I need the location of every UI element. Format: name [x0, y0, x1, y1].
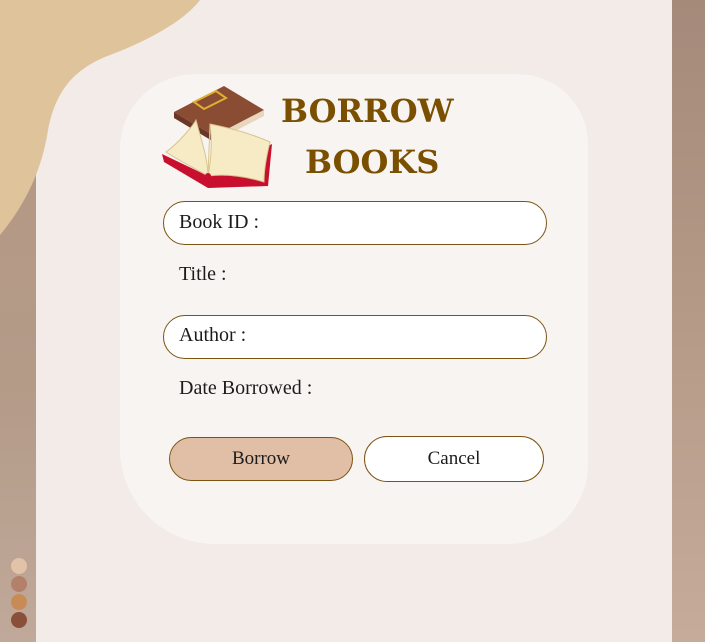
- book-id-label: Book ID :: [179, 211, 259, 233]
- books-icon: [162, 86, 272, 188]
- borrow-button[interactable]: Borrow: [169, 437, 353, 481]
- author-label: Author :: [179, 324, 247, 346]
- date-borrowed-label: Date Borrowed :: [179, 377, 313, 399]
- page-title-line-2: BOOKS: [305, 143, 440, 181]
- borrow-books-screen: BORROW BOOKS Book ID : Title : Author : …: [0, 0, 705, 642]
- title-label: Title :: [179, 263, 227, 285]
- palette-swatch: [11, 576, 27, 592]
- palette-swatch: [11, 612, 27, 628]
- palette-swatch: [11, 558, 27, 574]
- palette-swatch: [11, 594, 27, 610]
- right-decorative-strip: [672, 0, 705, 642]
- cancel-button[interactable]: Cancel: [364, 436, 544, 482]
- page-title-line-1: BORROW: [281, 92, 454, 130]
